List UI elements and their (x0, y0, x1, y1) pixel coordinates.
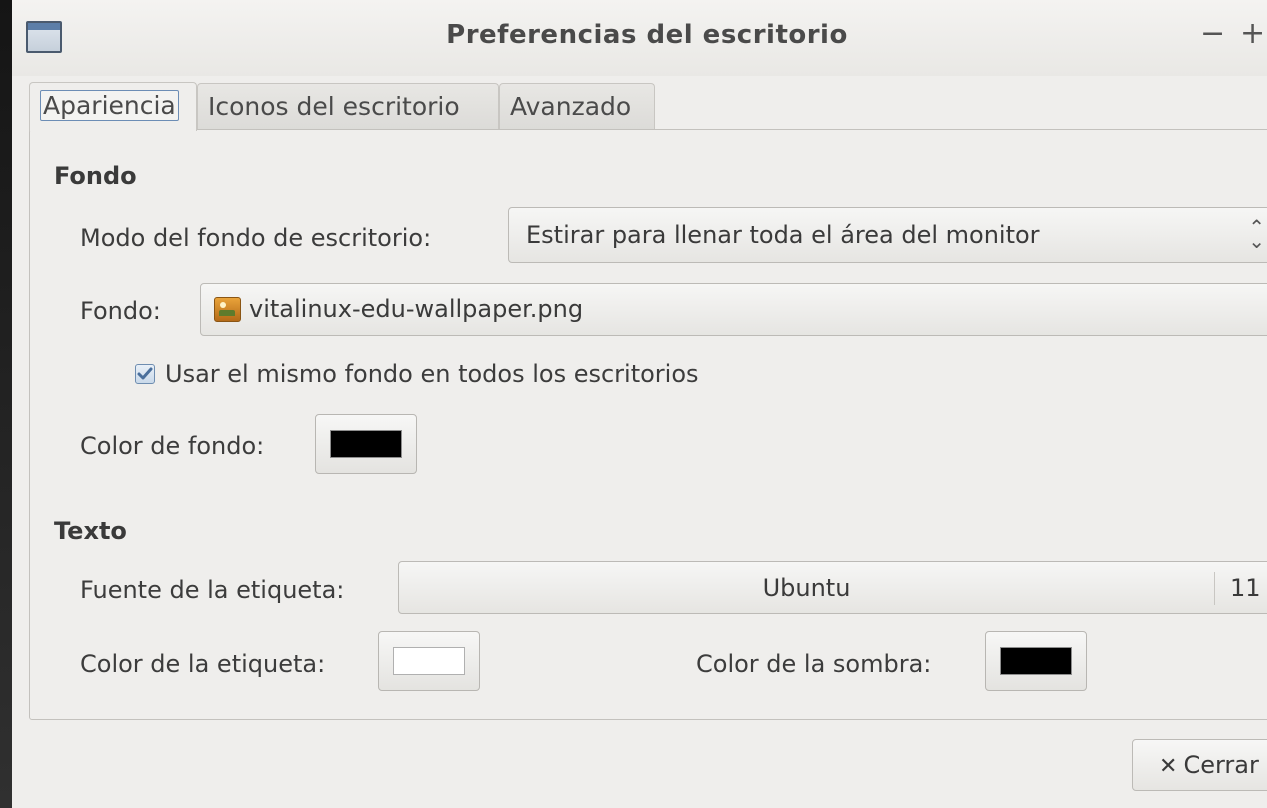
image-file-icon (214, 297, 241, 322)
label-color-button[interactable] (378, 631, 480, 691)
background-color-swatch (330, 430, 402, 458)
background-mode-label: Modo del fondo de escritorio: (80, 224, 432, 252)
close-button-label: Cerrar (1183, 751, 1259, 779)
shadow-color-label: Color de la sombra: (696, 650, 932, 678)
checkmark-icon (137, 367, 153, 380)
background-file-value: vitalinux-edu-wallpaper.png (249, 295, 584, 323)
close-icon: ✕ (1159, 754, 1178, 779)
same-background-checkbox[interactable] (135, 364, 155, 384)
combo-arrows-icon: ⌃ ⌄ (1248, 215, 1265, 253)
background-color-label: Color de fondo: (80, 432, 265, 460)
section-heading-fondo: Fondo (54, 162, 137, 190)
label-font-label: Fuente de la etiqueta: (80, 576, 345, 604)
same-background-checkbox-label[interactable]: Usar el mismo fondo en todos los escrito… (165, 360, 699, 388)
minimize-button[interactable]: − (1200, 14, 1225, 54)
section-heading-texto: Texto (54, 517, 127, 545)
font-name-value: Ubuntu (762, 574, 851, 602)
font-size-value: 11 (1230, 574, 1261, 602)
label-font-button[interactable]: Ubuntu 11 (398, 561, 1267, 614)
close-button[interactable]: ✕ Cerrar (1132, 739, 1267, 791)
tab-iconos-label: Iconos del escritorio (208, 92, 460, 121)
background-mode-combo[interactable]: Estirar para llenar toda el área del mon… (508, 207, 1267, 263)
maximize-button[interactable]: + (1240, 14, 1265, 54)
tab-apariencia[interactable]: Apariencia (29, 82, 197, 131)
title-bar[interactable]: Preferencias del escritorio − + (12, 0, 1267, 76)
background-file-chooser[interactable]: vitalinux-edu-wallpaper.png (200, 283, 1267, 336)
tab-avanzado-label: Avanzado (510, 92, 632, 121)
background-mode-value: Estirar para llenar toda el área del mon… (526, 221, 1040, 249)
shadow-color-swatch (1000, 647, 1072, 675)
label-color-label: Color de la etiqueta: (80, 650, 326, 678)
shadow-color-button[interactable] (985, 631, 1087, 691)
background-file-label: Fondo: (80, 297, 161, 325)
preferences-window: Preferencias del escritorio − + Aparienc… (12, 0, 1267, 808)
tab-avanzado[interactable]: Avanzado (499, 83, 655, 129)
font-button-separator (1214, 572, 1215, 605)
label-color-swatch (393, 647, 465, 675)
desktop-background-edge (0, 0, 12, 808)
tab-apariencia-label: Apariencia (40, 90, 179, 121)
tab-iconos-del-escritorio[interactable]: Iconos del escritorio (197, 83, 499, 129)
window-title: Preferencias del escritorio (446, 20, 848, 50)
background-color-button[interactable] (315, 414, 417, 474)
